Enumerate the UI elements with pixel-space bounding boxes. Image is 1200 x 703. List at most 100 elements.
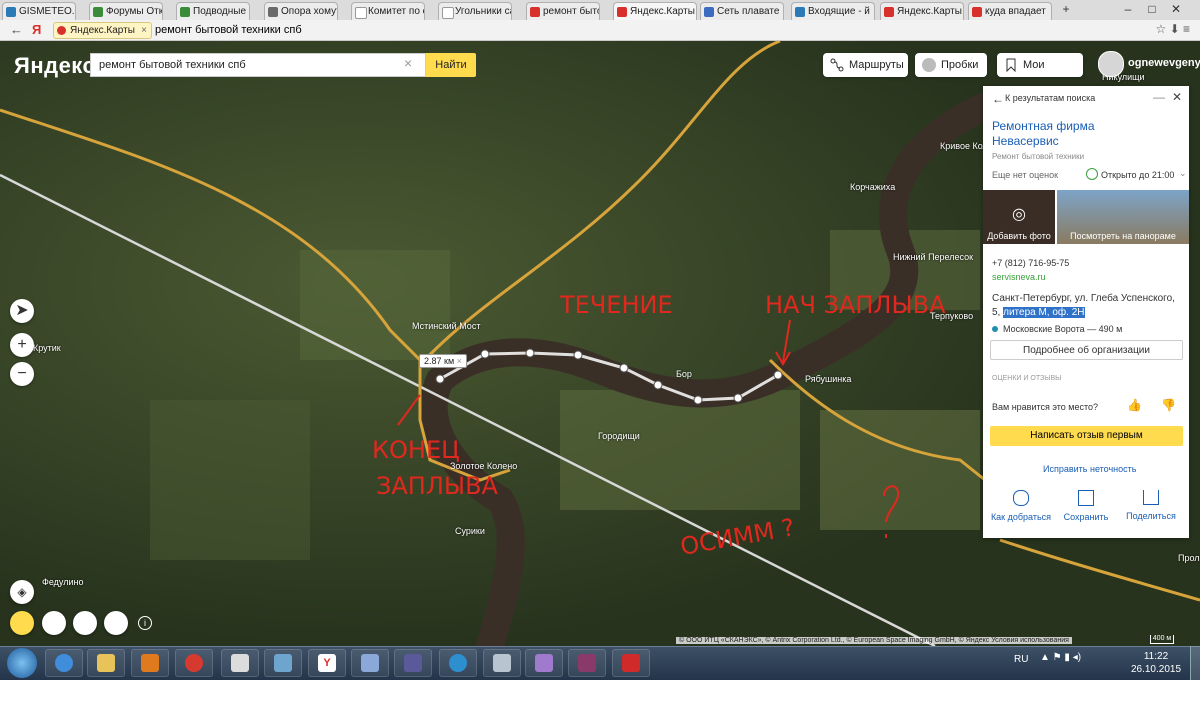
bookmark-icon[interactable]: ☆ ⬇ ≡ [1156, 22, 1190, 36]
pdf-taskbar-icon[interactable] [612, 649, 650, 677]
explorer-taskbar-icon[interactable] [87, 649, 125, 677]
place-label[interactable]: Пролет [1178, 553, 1200, 563]
place-label[interactable]: Золотое Колено [450, 461, 517, 471]
directions-action[interactable]: Как добраться [988, 490, 1054, 522]
locate-me-icon[interactable]: ➤ [10, 299, 34, 323]
site-pill[interactable]: Яндекс.Карты × [53, 22, 152, 39]
place-label[interactable]: Сурики [455, 526, 485, 536]
minimize-card-icon[interactable]: — [1153, 90, 1165, 104]
back-arrow-icon[interactable]: ← [992, 92, 1004, 106]
place-label[interactable]: Мстинский Мост [412, 321, 480, 331]
phone-number[interactable]: +7 (812) 716-95-75 [992, 258, 1069, 268]
minimize-button[interactable]: – [1118, 1, 1138, 17]
browser-tab-active[interactable]: Яндекс.Карты [613, 2, 697, 20]
yandex-browser-icon[interactable]: Я [32, 22, 41, 37]
kaspersky-taskbar-icon[interactable] [439, 649, 477, 677]
browser-tab[interactable]: ремонт быто [526, 2, 600, 20]
browser-tab[interactable]: Комитет по с [351, 2, 425, 20]
routes-button[interactable]: Маршруты [823, 53, 908, 77]
routes-label: Маршруты [849, 59, 904, 71]
browser-tab[interactable]: Сеть плавате [700, 2, 784, 20]
ruler-distance-label[interactable]: 2.87 км × [419, 354, 467, 368]
tab-favicon-icon [442, 7, 454, 19]
maximize-button[interactable]: □ [1142, 1, 1162, 17]
add-photo-tile[interactable]: ◎ Добавить фото [983, 190, 1055, 244]
browser-tab[interactable]: GISMETEO.RU [2, 2, 76, 20]
yandex-taskbar-icon[interactable]: Y [308, 649, 346, 677]
more-details-button[interactable]: Подробнее об организации [990, 340, 1183, 360]
fix-inaccuracy-link[interactable]: Исправить неточность [1043, 464, 1136, 474]
layers-icon[interactable]: ◈ [10, 580, 34, 604]
browser-tab[interactable]: Входящие - й [791, 2, 875, 20]
back-arrow-icon[interactable]: ← [10, 22, 23, 37]
search-button[interactable]: Найти [426, 53, 476, 77]
calc-taskbar-icon[interactable] [483, 649, 521, 677]
save-action[interactable]: Сохранить [1053, 490, 1119, 522]
place-label[interactable]: Рябушинка [805, 374, 851, 384]
start-button[interactable] [7, 648, 37, 678]
show-desktop-button[interactable] [1190, 646, 1200, 680]
zoom-out-button[interactable]: − [10, 362, 34, 386]
browser-tab[interactable]: Опора хомут [264, 2, 338, 20]
ie-taskbar-icon[interactable] [45, 649, 83, 677]
browser-tab[interactable]: Яндекс.Карты [880, 2, 964, 20]
chrome-taskbar-icon[interactable] [175, 649, 213, 677]
thumbs-up-icon[interactable]: 👍 [1127, 398, 1142, 412]
avatar [1098, 51, 1124, 77]
traffic-button[interactable]: Пробки [915, 53, 987, 77]
panorama-tile[interactable]: Посмотреть на панораме [1057, 190, 1189, 244]
place-label[interactable]: Нижний Перелесок [893, 252, 973, 262]
username: ognewevgeny [1128, 57, 1200, 69]
language-indicator[interactable]: RU [1014, 654, 1028, 665]
thumbs-down-icon[interactable]: 👎 [1161, 398, 1176, 412]
address-line-1: Санкт-Петербург, ул. Глеба Успенского, [992, 293, 1175, 304]
place-label[interactable]: Федулино [42, 577, 83, 587]
paint-taskbar-icon[interactable] [351, 649, 389, 677]
media-player-taskbar-icon[interactable] [131, 649, 169, 677]
paint-pen-taskbar-icon[interactable] [525, 649, 563, 677]
opening-hours[interactable]: Открыто до 21:00 [1101, 170, 1174, 180]
flash-taskbar-icon[interactable] [394, 649, 432, 677]
metro-station[interactable]: Московские Ворота — 490 м [1003, 324, 1122, 334]
close-card-icon[interactable]: ✕ [1172, 90, 1182, 104]
chevron-down-icon[interactable]: ⌄ [1179, 168, 1187, 179]
yandex-logo[interactable]: Яндекс [14, 53, 95, 79]
address-query[interactable]: ремонт бытовой техники спб [155, 24, 302, 36]
print-icon[interactable] [73, 611, 97, 635]
clear-search-icon[interactable]: × [404, 55, 412, 71]
clock-date: 26.10.2015 [1130, 664, 1182, 675]
search-input[interactable]: ремонт бытовой техники спб [90, 53, 426, 77]
winrar-taskbar-icon[interactable] [568, 649, 606, 677]
info-icon[interactable]: i [138, 616, 152, 630]
write-review-button[interactable]: Написать отзыв первым [990, 426, 1183, 446]
place-label[interactable]: Городищи [598, 431, 640, 441]
share-icon[interactable] [104, 611, 128, 635]
system-clock[interactable]: 11:22 26.10.2015 [1126, 650, 1186, 676]
browser-tab[interactable]: Форумы Отк [89, 2, 163, 20]
close-icon[interactable]: × [457, 356, 462, 366]
place-title-1[interactable]: Ремонтная фирма [992, 119, 1095, 133]
panorama-binoculars-icon[interactable] [42, 611, 66, 635]
website-link[interactable]: servisneva.ru [992, 272, 1046, 282]
back-to-results-link[interactable]: К результатам поиска [1005, 93, 1095, 103]
place-label[interactable]: Терпуково [930, 311, 973, 321]
new-tab-button[interactable]: + [1056, 1, 1076, 17]
traffic-light-icon [922, 58, 936, 72]
remote-desktop-taskbar-icon[interactable] [264, 649, 302, 677]
ruler-tool-icon[interactable] [10, 611, 34, 635]
browser-tab[interactable]: Подводные [176, 2, 250, 20]
tray-icons[interactable]: ▲ ⚑ ▮ ◂) [1040, 652, 1081, 663]
place-title-2[interactable]: Невасервис [992, 134, 1059, 148]
calculator-taskbar-icon[interactable] [221, 649, 259, 677]
zoom-in-button[interactable]: + [10, 333, 34, 357]
my-places-button[interactable]: Мои места [997, 53, 1083, 95]
place-label[interactable]: Корчажиха [850, 182, 895, 192]
place-label[interactable]: Крутик [33, 343, 61, 353]
browser-tab[interactable]: куда впадает [968, 2, 1052, 20]
place-label[interactable]: Бор [676, 369, 692, 379]
close-window-button[interactable]: ✕ [1166, 1, 1186, 17]
save-label: Сохранить [1063, 512, 1109, 522]
browser-tab[interactable]: Угольники са [438, 2, 512, 20]
share-action[interactable]: Поделиться [1118, 490, 1184, 521]
close-icon[interactable]: × [141, 23, 147, 38]
